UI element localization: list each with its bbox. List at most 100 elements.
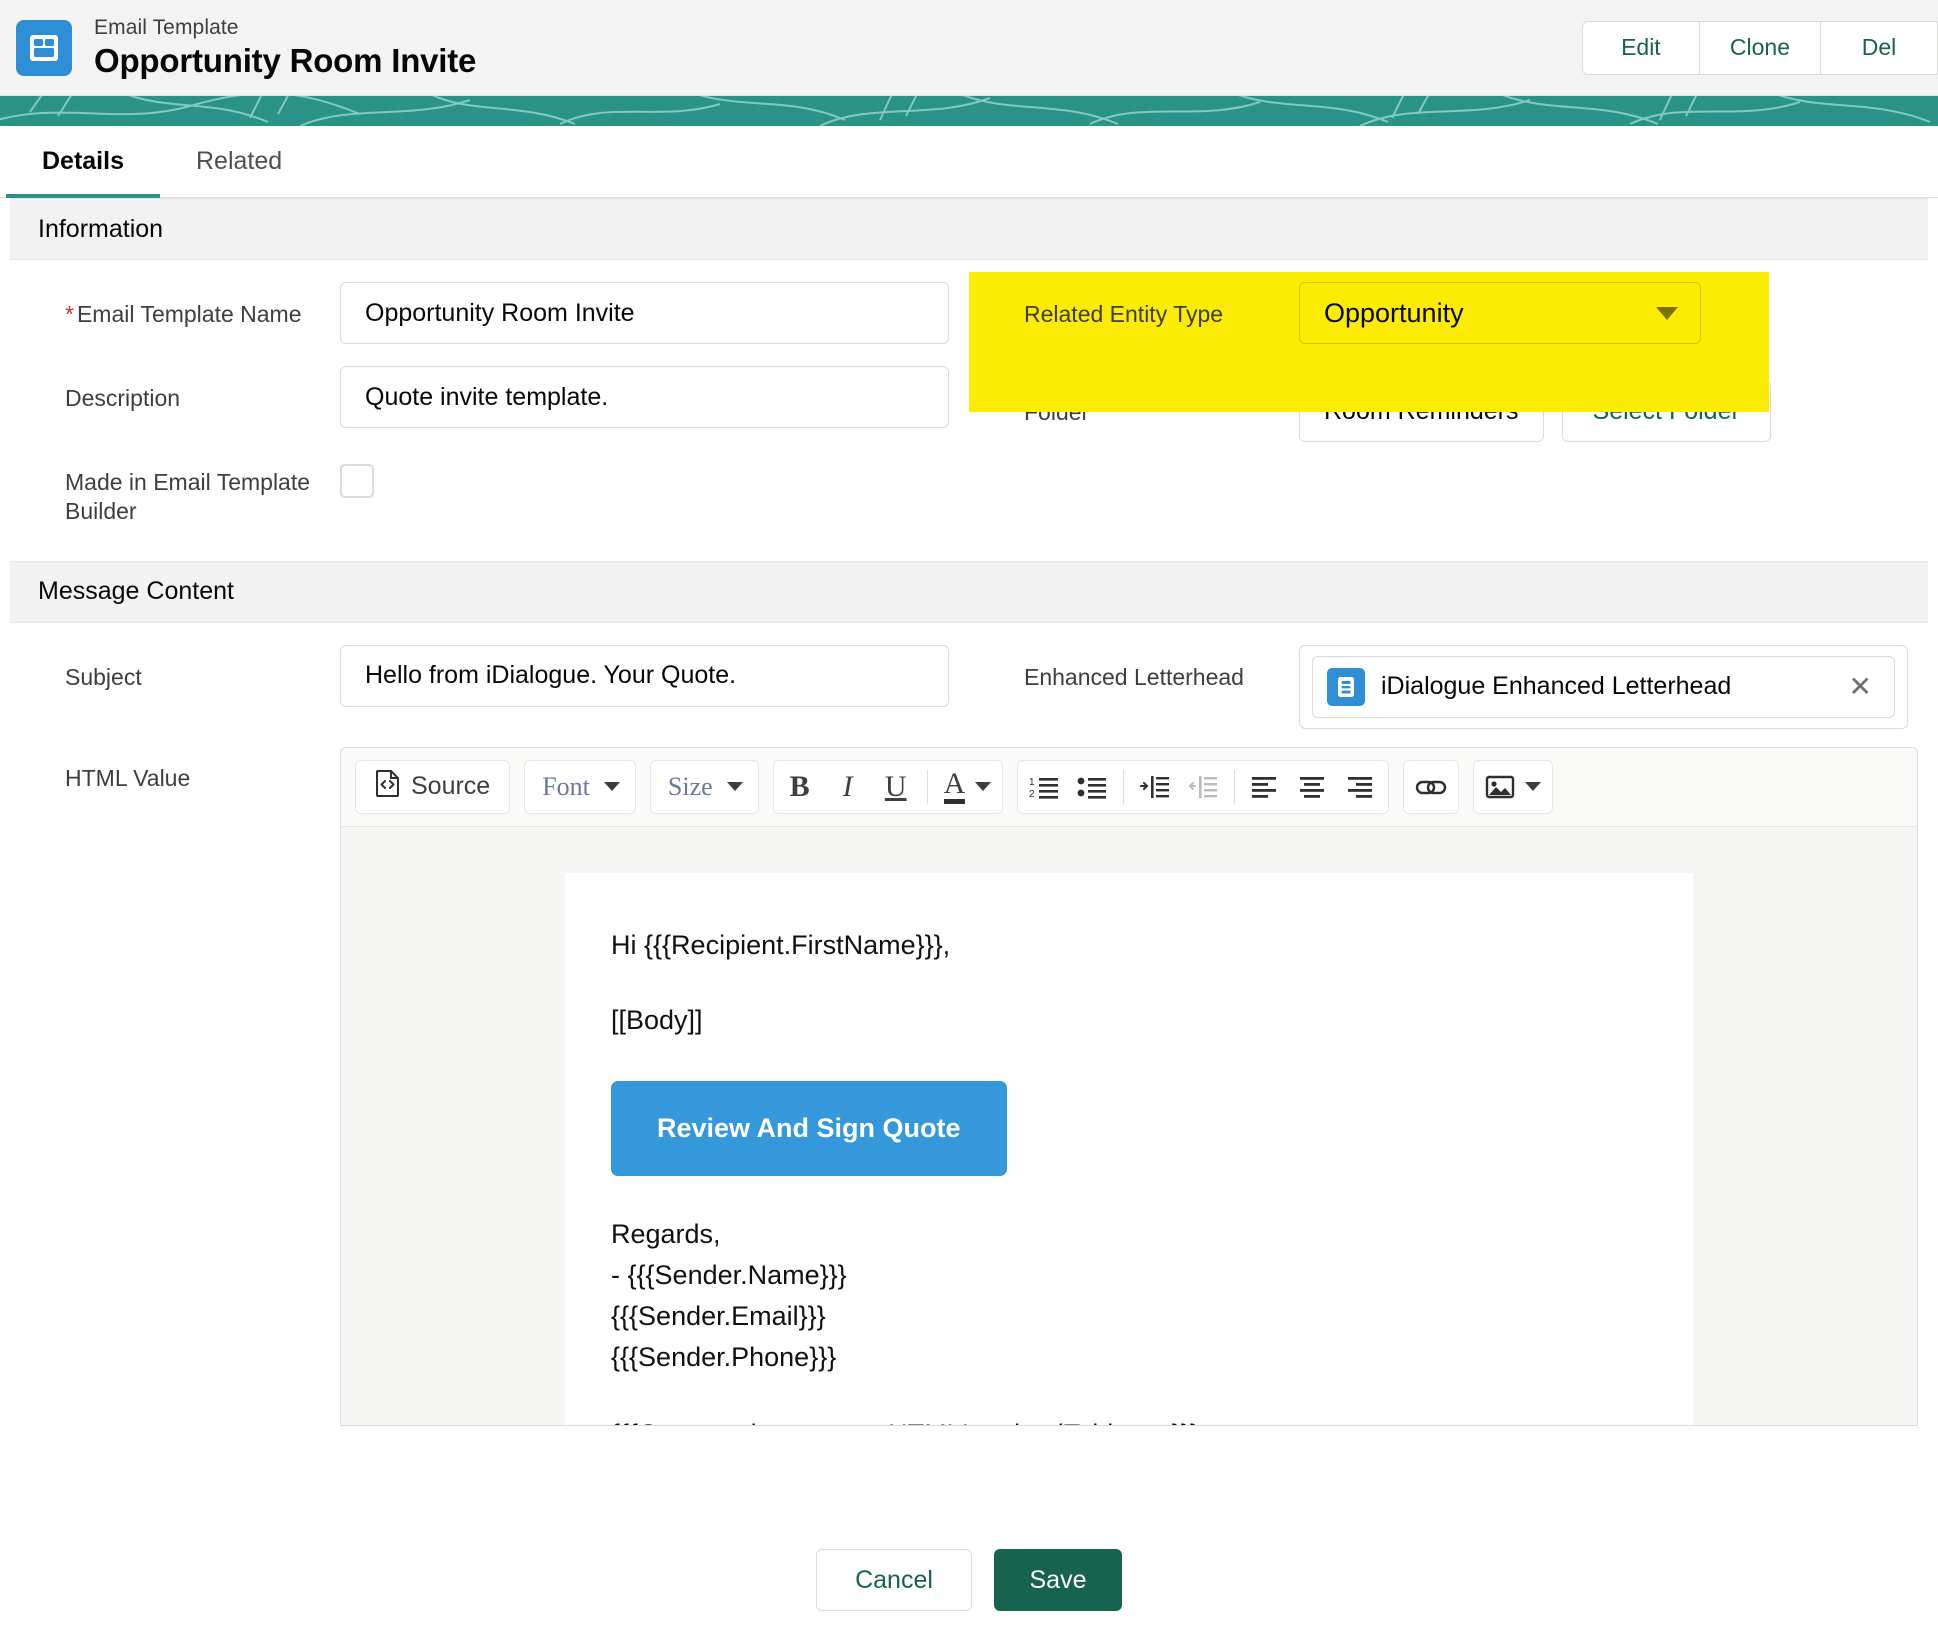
- bulleted-list-button[interactable]: [1069, 764, 1115, 810]
- field-made-in-email-template-builder: Made in Email Template Builder: [10, 428, 969, 527]
- chevron-down-icon: [603, 782, 620, 792]
- message-content-right-column: Enhanced Letterhead iDialogue Enhanced L…: [969, 623, 1928, 729]
- description-value-wrap: Quote invite template.: [340, 366, 969, 428]
- font-dropdown-label: Font: [542, 771, 590, 801]
- text-color-button[interactable]: A: [936, 764, 1000, 810]
- description-label: Description: [65, 385, 181, 411]
- subject-field[interactable]: Hello from iDialogue. Your Quote.: [340, 644, 949, 707]
- email-template-name-label: * Email Template Name: [65, 301, 302, 327]
- insert-link-button[interactable]: [1407, 764, 1455, 810]
- email-template-name-value-wrap: Opportunity Room Invite: [340, 282, 969, 344]
- letterhead-document-icon: [1327, 667, 1365, 706]
- related-entity-type-value-wrap: Opportunity: [1299, 282, 1928, 344]
- toolbar-group-font: Font: [524, 759, 636, 814]
- field-related-entity-type: Related Entity Type Opportunity: [969, 260, 1928, 344]
- information-left-column: * Email Template Name Opportunity Room In…: [10, 260, 969, 527]
- field-html-value: HTML Value Source Font Size B I U A 1 2 …: [0, 729, 1938, 1426]
- text-color-icon: A: [943, 769, 966, 804]
- review-and-sign-quote-button[interactable]: Review And Sign Quote: [611, 1080, 1007, 1176]
- information-right-column: Related Entity Type Opportunity Folder R…: [969, 260, 1928, 527]
- editor-toolbar: Source Font Size B I U A 1 2: [341, 747, 1917, 827]
- editor-content-area[interactable]: Hi {{{Recipient.FirstName}}}, [[Body]] R…: [341, 826, 1917, 1425]
- related-entity-type-select[interactable]: Opportunity: [1299, 282, 1701, 344]
- enhanced-letterhead-container: iDialogue Enhanced Letterhead ✕: [1299, 644, 1908, 729]
- save-button[interactable]: Save: [994, 1549, 1122, 1611]
- section-header-information: Information: [10, 198, 1928, 260]
- bold-button[interactable]: B: [777, 764, 823, 810]
- clone-button[interactable]: Clone: [1698, 20, 1821, 75]
- signature-line: {{{Sender.Email}}}: [611, 1301, 826, 1332]
- toolbar-group-image: [1473, 759, 1554, 814]
- source-code-icon: [375, 769, 401, 804]
- insert-image-button[interactable]: [1477, 764, 1549, 810]
- field-enhanced-letterhead: Enhanced Letterhead iDialogue Enhanced L…: [969, 623, 1928, 729]
- edit-button[interactable]: Edit: [1581, 20, 1700, 75]
- rich-text-editor: Source Font Size B I U A 1 2 Hi {{{Recip…: [340, 746, 1918, 1426]
- size-dropdown[interactable]: Size: [654, 764, 755, 810]
- required-asterisk: *: [65, 301, 74, 327]
- align-right-button[interactable]: [1339, 764, 1385, 810]
- section-title-message-content: Message Content: [38, 577, 234, 606]
- chevron-down-icon: [1656, 306, 1678, 320]
- italic-icon: I: [842, 769, 853, 803]
- enhanced-letterhead-value-wrap: iDialogue Enhanced Letterhead ✕: [1299, 644, 1928, 729]
- indent-button[interactable]: [1132, 764, 1178, 810]
- svg-text:1: 1: [1029, 777, 1035, 788]
- tab-details[interactable]: Details: [6, 126, 160, 198]
- made-in-builder-value-wrap: [340, 450, 969, 498]
- toolbar-divider: [926, 769, 928, 804]
- source-button[interactable]: Source: [359, 764, 506, 810]
- page-title: Opportunity Room Invite: [94, 42, 477, 80]
- description-field[interactable]: Quote invite template.: [340, 366, 949, 428]
- subject-label: Subject: [65, 663, 142, 690]
- email-canvas[interactable]: Hi {{{Recipient.FirstName}}}, [[Body]] R…: [565, 872, 1693, 1425]
- chevron-down-icon: [975, 782, 992, 792]
- email-greeting: Hi {{{Recipient.FirstName}}},: [611, 929, 951, 960]
- section-header-message-content: Message Content: [10, 560, 1928, 623]
- footer-actions: Cancel Save: [0, 1534, 1938, 1626]
- svg-text:2: 2: [1029, 789, 1035, 800]
- message-content-left-column: Subject Hello from iDialogue. Your Quote…: [10, 623, 969, 729]
- toolbar-group-source: Source: [355, 759, 511, 814]
- html-value-label: HTML Value: [65, 764, 191, 791]
- email-template-icon: [16, 19, 72, 76]
- related-entity-type-label: Related Entity Type: [1024, 301, 1224, 327]
- subject-value-wrap: Hello from iDialogue. Your Quote.: [340, 644, 969, 707]
- title-block: Email Template Opportunity Room Invite: [94, 15, 1582, 80]
- tab-bar: Details Related: [0, 126, 1938, 198]
- delete-button[interactable]: Del: [1820, 20, 1938, 75]
- message-content-fields: Subject Hello from iDialogue. Your Quote…: [0, 623, 1938, 729]
- toolbar-group-text-format: B I U A: [772, 759, 1004, 814]
- enhanced-letterhead-name: iDialogue Enhanced Letterhead: [1381, 672, 1732, 701]
- field-subject: Subject Hello from iDialogue. Your Quote…: [10, 623, 969, 707]
- section-title-information: Information: [38, 214, 164, 243]
- toolbar-group-lists-indent: 1 2: [1017, 759, 1390, 814]
- toolbar-divider: [1123, 769, 1125, 804]
- chevron-down-icon: [726, 782, 743, 792]
- cancel-button[interactable]: Cancel: [816, 1549, 972, 1611]
- outdent-button[interactable]: [1180, 764, 1226, 810]
- tab-related[interactable]: Related: [160, 126, 318, 197]
- record-banner: [0, 96, 1938, 126]
- enhanced-letterhead-pill[interactable]: iDialogue Enhanced Letterhead ✕: [1312, 655, 1895, 718]
- toolbar-group-link: [1403, 759, 1460, 814]
- made-in-builder-label: Made in Email Template Builder: [65, 469, 311, 525]
- signature-line: - {{{Sender.Name}}}: [611, 1260, 847, 1290]
- information-fields: * Email Template Name Opportunity Room In…: [0, 260, 1938, 527]
- object-type-label: Email Template: [94, 15, 239, 39]
- align-left-button[interactable]: [1243, 764, 1289, 810]
- made-in-builder-checkbox[interactable]: [340, 464, 374, 498]
- toolbar-group-size: Size: [649, 759, 759, 814]
- align-center-button[interactable]: [1291, 764, 1337, 810]
- email-template-name-field[interactable]: Opportunity Room Invite: [340, 282, 949, 344]
- signature-line: {{{Sender.Phone}}}: [611, 1342, 837, 1373]
- underline-button[interactable]: U: [873, 764, 919, 810]
- italic-button[interactable]: I: [825, 764, 871, 810]
- field-description: Description Quote invite template.: [10, 344, 969, 428]
- close-icon[interactable]: ✕: [1845, 672, 1876, 701]
- itemized-table-token: {{{Opportunity.rooms__HTMLItemizedTable_…: [611, 1414, 1647, 1425]
- font-dropdown[interactable]: Font: [528, 764, 632, 810]
- header-actions: Edit Clone Del: [1581, 20, 1938, 75]
- bold-icon: B: [789, 769, 810, 803]
- numbered-list-button[interactable]: 1 2: [1021, 764, 1067, 810]
